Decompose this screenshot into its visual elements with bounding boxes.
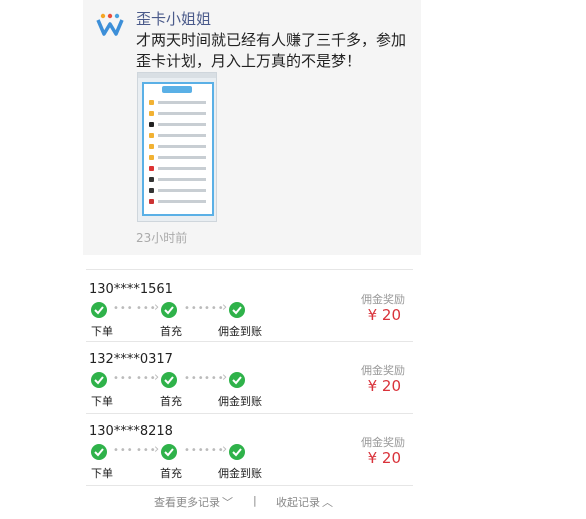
record-phone: 132****0317 <box>89 352 173 367</box>
check-icon <box>229 372 245 388</box>
chevron-right-icon: › <box>222 442 228 457</box>
progress-dots: ••• <box>113 445 134 456</box>
progress-dots: ••• <box>184 445 205 456</box>
chevron-up-icon: ︿ <box>322 496 333 509</box>
post-timestamp: 23小时前 <box>136 231 188 245</box>
divider <box>86 485 413 486</box>
divider <box>86 269 413 270</box>
step-label: 下单 <box>91 467 113 480</box>
progress-dots: ••• <box>184 303 205 314</box>
check-icon <box>161 302 177 318</box>
step-label: 首充 <box>160 467 182 480</box>
collapse-link[interactable]: 收起记录 ︿ <box>276 494 333 510</box>
chevron-right-icon: › <box>222 370 228 385</box>
check-icon <box>161 444 177 460</box>
chevron-right-icon: › <box>154 370 160 385</box>
check-icon <box>161 372 177 388</box>
reward-label: 佣金奖励 <box>361 364 405 377</box>
view-more-link[interactable]: 查看更多记录 ﹀ <box>154 494 233 510</box>
check-icon <box>229 302 245 318</box>
chevron-right-icon: › <box>154 442 160 457</box>
step-label: 首充 <box>160 325 182 338</box>
step-label: 佣金到账 <box>218 325 262 338</box>
chevron-right-icon: › <box>222 300 228 315</box>
record-phone: 130****1561 <box>89 282 173 297</box>
reward-amount: ¥ 20 <box>367 449 401 467</box>
record-item: 130****8218 ••• ••• › ••• ••• › 下单 首充 佣金… <box>86 424 413 494</box>
reward-label: 佣金奖励 <box>361 293 405 306</box>
record-item: 132****0317 ••• ••• › ••• ••• › 下单 首充 佣金… <box>86 352 413 422</box>
brand-logo-icon <box>96 13 124 36</box>
post-image-thumbnail[interactable] <box>137 72 217 222</box>
step-label: 下单 <box>91 395 113 408</box>
progress-dots: ••• <box>184 373 205 384</box>
step-label: 下单 <box>91 325 113 338</box>
check-icon <box>91 444 107 460</box>
post-author[interactable]: 歪卡小姐姐 <box>136 8 211 29</box>
post-text: 才两天时间就已经有人赚了三千多，参加 歪卡计划，月入上万真的不是梦！ <box>136 31 407 70</box>
check-icon <box>91 302 107 318</box>
footer-divider: | <box>253 494 257 507</box>
record-phone: 130****8218 <box>89 424 173 439</box>
divider <box>86 341 413 342</box>
reward-label: 佣金奖励 <box>361 436 405 449</box>
reward-amount: ¥ 20 <box>367 377 401 395</box>
records-footer: 查看更多记录 ﹀ | 收起记录 ︿ <box>86 494 413 510</box>
reward-amount: ¥ 20 <box>367 306 401 324</box>
check-icon <box>229 444 245 460</box>
progress-dots: ••• <box>113 303 134 314</box>
divider <box>86 413 413 414</box>
progress-dots: ••• <box>113 373 134 384</box>
check-icon <box>91 372 107 388</box>
step-label: 佣金到账 <box>218 467 262 480</box>
step-label: 佣金到账 <box>218 395 262 408</box>
step-label: 首充 <box>160 395 182 408</box>
chevron-down-icon: ﹀ <box>222 496 233 509</box>
chevron-right-icon: › <box>154 300 160 315</box>
